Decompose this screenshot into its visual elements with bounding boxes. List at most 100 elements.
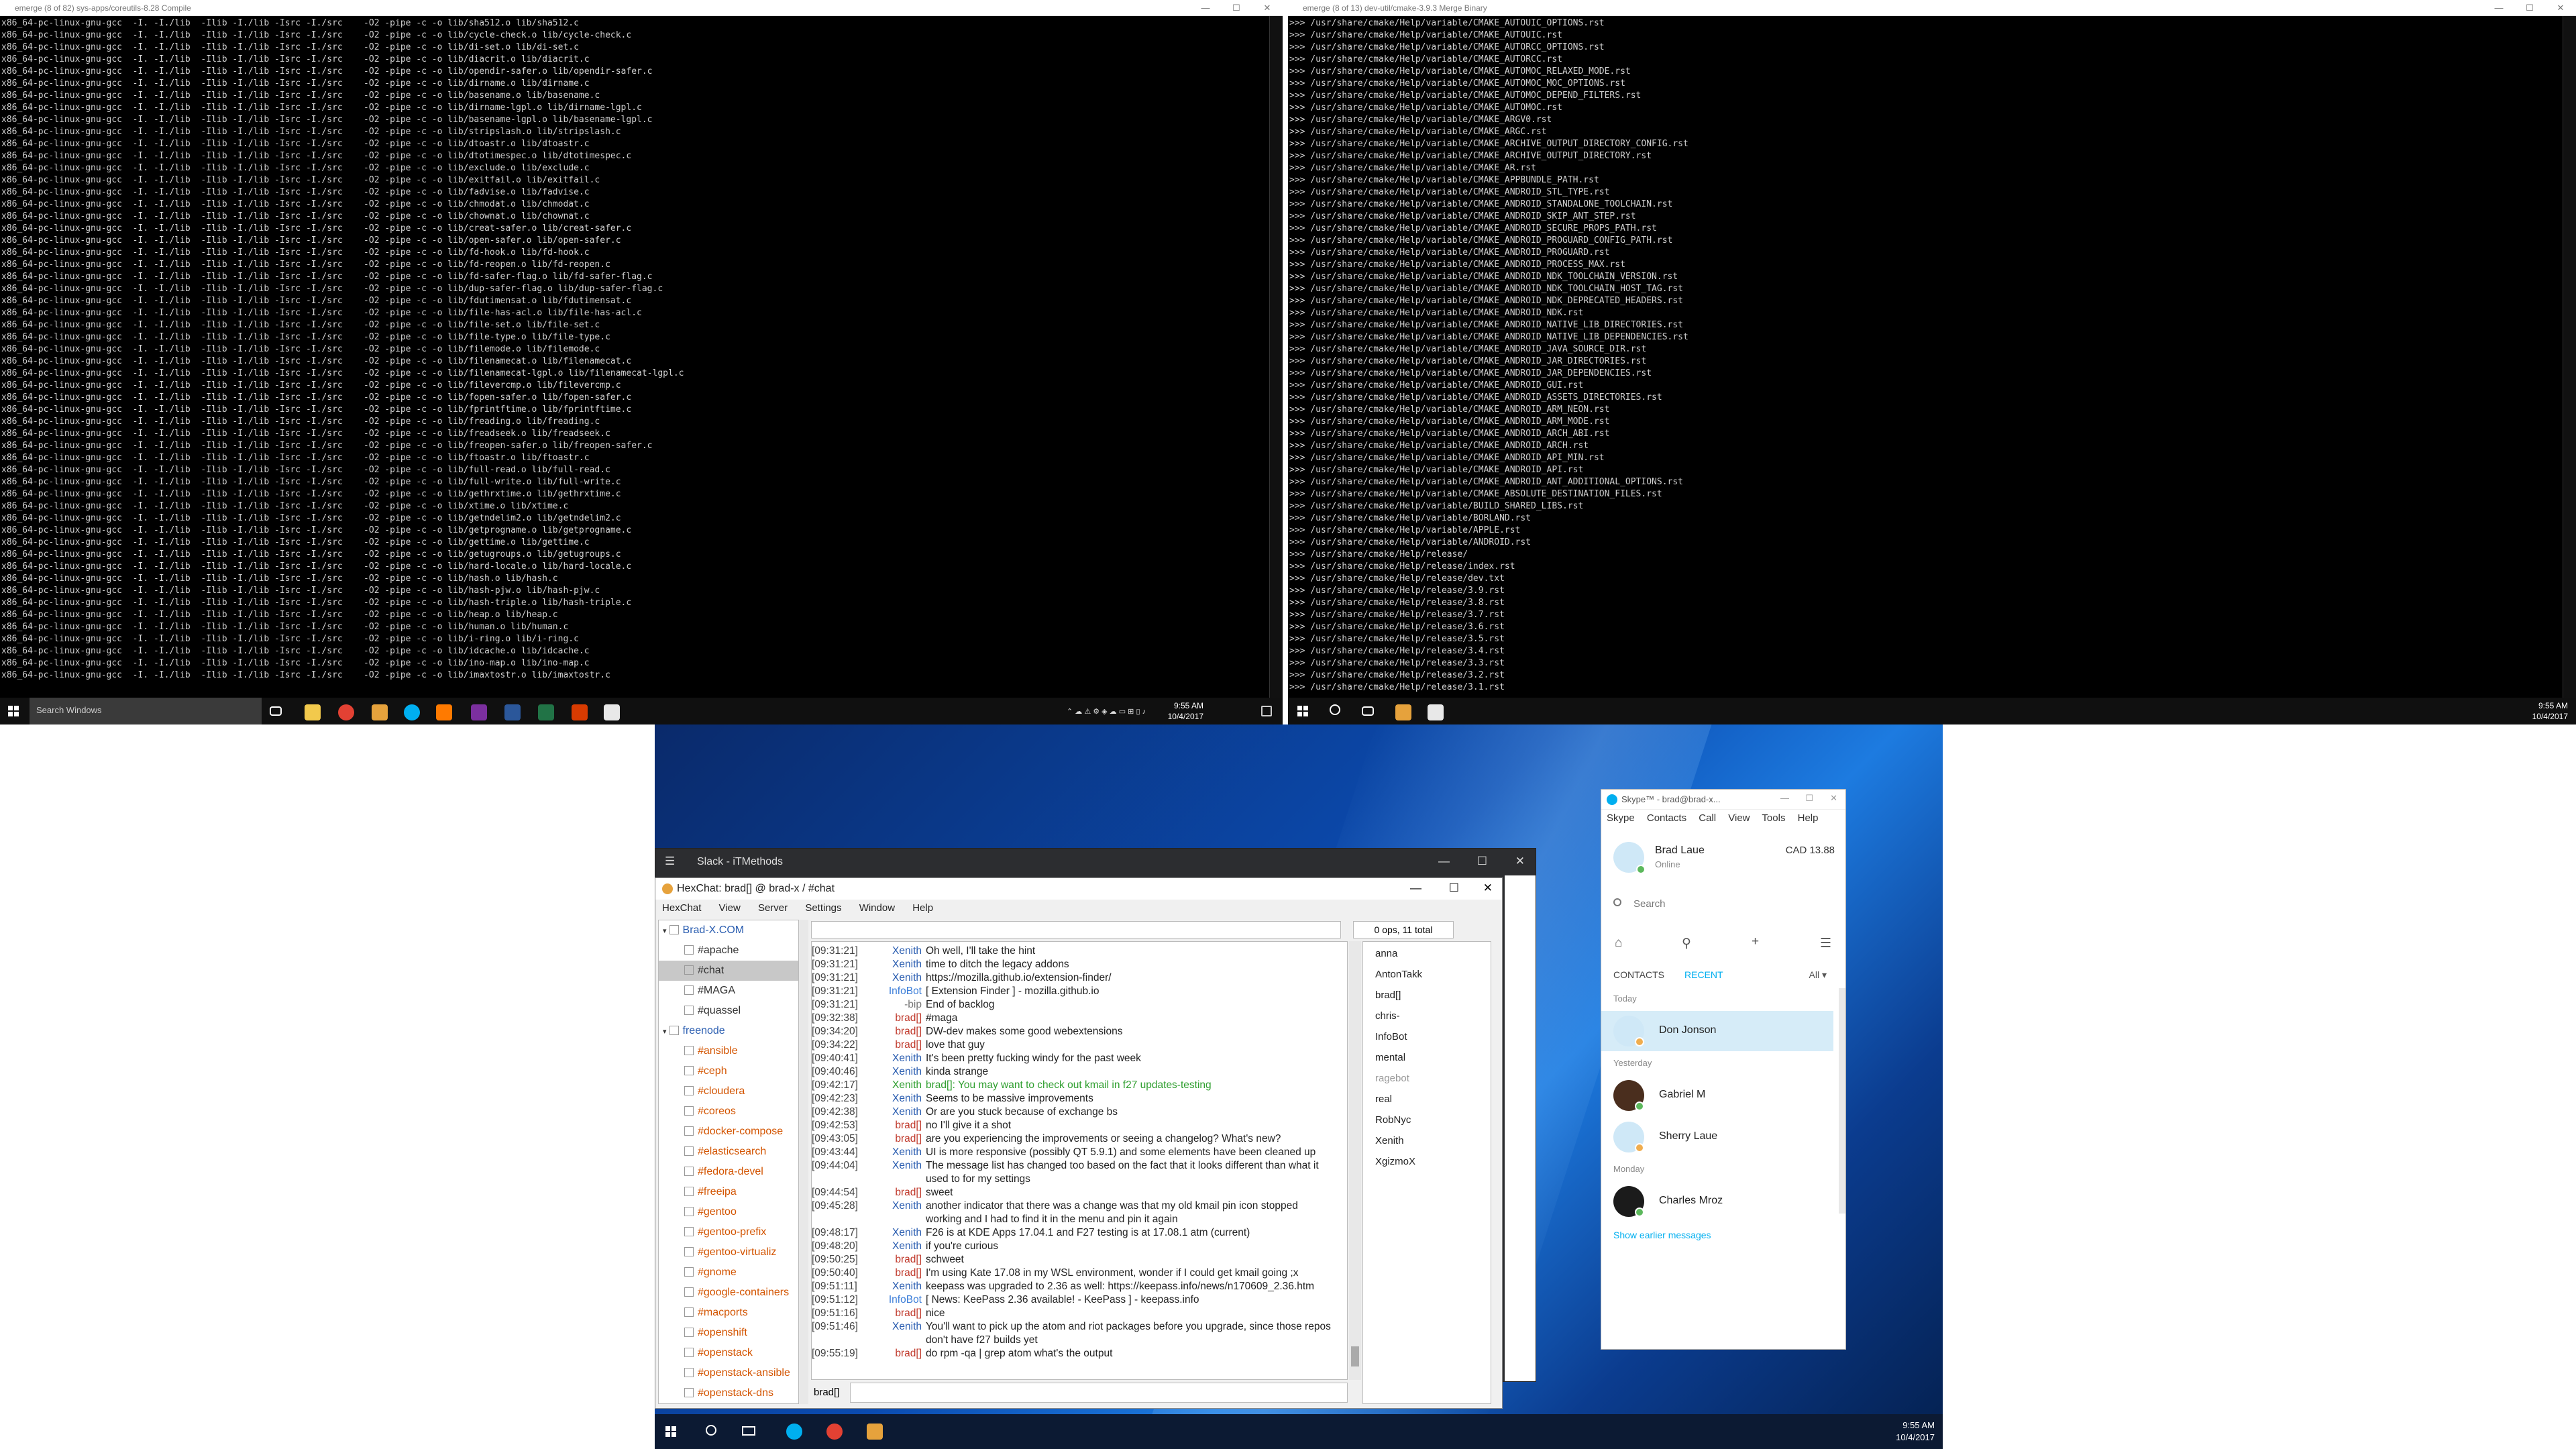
maximize-icon[interactable]: ☐: [1477, 855, 1487, 868]
minimize-icon[interactable]: —: [1780, 793, 1789, 803]
notification-icon[interactable]: [1261, 706, 1272, 716]
message-nick[interactable]: Xenith: [867, 958, 926, 971]
channel-item[interactable]: #docker-compose: [659, 1122, 798, 1142]
maximize-icon[interactable]: ☐: [2514, 0, 2545, 16]
channel-item[interactable]: #fedora-devel: [659, 1162, 798, 1182]
channel-item[interactable]: #chat: [659, 961, 798, 981]
hamburger-icon[interactable]: ☰: [665, 855, 675, 868]
channel-item[interactable]: #elasticsearch: [659, 1142, 798, 1162]
hexchat-titlebar[interactable]: HexChat: brad[] @ brad-x / #chat — ☐ ✕: [655, 878, 1502, 900]
message-nick[interactable]: Xenith: [867, 1320, 926, 1347]
windows-start-icon[interactable]: [1297, 706, 1308, 716]
minimize-icon[interactable]: —: [1438, 855, 1450, 868]
menu-view[interactable]: View: [719, 902, 741, 914]
skype-search[interactable]: Search: [1608, 894, 1836, 914]
message-nick[interactable]: Xenith: [867, 971, 926, 985]
message-nick[interactable]: brad[]: [867, 1186, 926, 1199]
close-icon[interactable]: ✕: [1252, 0, 1283, 16]
message-nick[interactable]: brad[]: [867, 1012, 926, 1025]
channel-item[interactable]: #gentoo-prefix: [659, 1222, 798, 1242]
tab-recent[interactable]: RECENT: [1684, 969, 1723, 980]
message-input[interactable]: [850, 1383, 1348, 1403]
pdf-icon[interactable]: [572, 704, 588, 720]
skype-titlebar[interactable]: Skype™ - brad@brad-x... — ☐ ✕: [1601, 790, 1845, 810]
collapse-icon[interactable]: ▾: [663, 1028, 667, 1036]
left-terminal-titlebar[interactable]: emerge (8 of 82) sys-apps/coreutils-8.28…: [0, 0, 1283, 16]
user-item[interactable]: InfoBot: [1363, 1026, 1491, 1047]
channel-item[interactable]: #openstack: [659, 1343, 798, 1363]
contact-don-jonson[interactable]: Don Jonson: [1601, 1011, 1833, 1051]
message-nick[interactable]: InfoBot: [867, 1293, 926, 1307]
message-nick[interactable]: brad[]: [867, 1347, 926, 1360]
channel-tree-scrollbar[interactable]: [799, 920, 808, 1404]
user-item[interactable]: Xenith: [1363, 1130, 1491, 1151]
minimize-icon[interactable]: —: [1190, 0, 1221, 16]
skype-menu-call[interactable]: Call: [1699, 812, 1716, 824]
chrome-icon[interactable]: [338, 704, 354, 720]
channel-item[interactable]: #quassel: [659, 1001, 798, 1021]
message-nick[interactable]: Xenith: [867, 1052, 926, 1065]
excel-icon[interactable]: [538, 704, 554, 720]
message-nick[interactable]: Xenith: [867, 1106, 926, 1119]
message-nick[interactable]: Xenith: [867, 1092, 926, 1106]
menu-hexchat[interactable]: HexChat: [662, 902, 701, 914]
contact-sherry-laue[interactable]: Sherry Laue: [1601, 1117, 1833, 1157]
maximize-icon[interactable]: ☐: [1449, 881, 1459, 895]
file-explorer-icon[interactable]: [305, 704, 321, 720]
message-nick[interactable]: Xenith: [867, 1159, 926, 1186]
user-item[interactable]: mental: [1363, 1047, 1491, 1068]
user-item[interactable]: ragebot: [1363, 1068, 1491, 1089]
hexchat-taskbar-icon[interactable]: [867, 1424, 883, 1440]
terminal-taskbar-icon[interactable]: [436, 704, 452, 720]
channel-item[interactable]: #google-containers: [659, 1283, 798, 1303]
skype-credit[interactable]: CAD 13.88: [1786, 845, 1835, 856]
skype-taskbar-icon[interactable]: [404, 704, 420, 720]
taskbar-search-box[interactable]: Search Windows: [30, 698, 262, 724]
chrome-icon[interactable]: [826, 1424, 843, 1440]
task-view-icon[interactable]: [1362, 706, 1374, 716]
channel-item[interactable]: #ceph: [659, 1061, 798, 1081]
skype-menu-skype[interactable]: Skype: [1607, 812, 1635, 824]
channel-item[interactable]: #gentoo: [659, 1202, 798, 1222]
skype-taskbar-icon[interactable]: [786, 1424, 802, 1440]
hexchat-window[interactable]: HexChat: brad[] @ brad-x / #chat — ☐ ✕ H…: [655, 877, 1503, 1409]
channel-item[interactable]: #gentoo-virtualiz: [659, 1242, 798, 1263]
task-view-icon[interactable]: [742, 1426, 755, 1436]
message-nick[interactable]: brad[]: [867, 1267, 926, 1280]
hexchat-taskbar-icon[interactable]: [1395, 704, 1411, 720]
home-icon[interactable]: ⌂: [1615, 936, 1622, 951]
maximize-icon[interactable]: ☐: [1805, 793, 1813, 804]
message-nick[interactable]: brad[]: [867, 1253, 926, 1267]
skype-menu-help[interactable]: Help: [1798, 812, 1819, 824]
user-item[interactable]: anna: [1363, 943, 1491, 964]
message-nick[interactable]: Xenith: [867, 1146, 926, 1159]
tab-contacts[interactable]: CONTACTS: [1613, 969, 1664, 980]
user-item[interactable]: AntonTakk: [1363, 964, 1491, 985]
user-item[interactable]: real: [1363, 1089, 1491, 1110]
close-icon[interactable]: ✕: [1830, 793, 1837, 804]
onenote-icon[interactable]: [471, 704, 487, 720]
message-nick[interactable]: Xenith: [867, 1240, 926, 1253]
taskbar-top-left-clock[interactable]: 9:55 AM 10/4/2017: [1168, 700, 1203, 722]
message-nick[interactable]: Xenith: [867, 1280, 926, 1293]
search-icon[interactable]: [1330, 704, 1340, 715]
right-terminal-titlebar[interactable]: emerge (8 of 13) dev-util/cmake-3.9.3 Me…: [1288, 0, 2576, 16]
message-nick[interactable]: brad[]: [867, 1307, 926, 1320]
message-nick[interactable]: InfoBot: [867, 985, 926, 998]
contact-charles-mroz[interactable]: Charles Mroz: [1601, 1181, 1833, 1222]
skype-window[interactable]: Skype™ - brad@brad-x... — ☐ ✕ Skype Cont…: [1601, 789, 1846, 1350]
hexchat-taskbar-icon[interactable]: [372, 704, 388, 720]
menu-settings[interactable]: Settings: [805, 902, 841, 914]
taskbar-bottom-clock[interactable]: 9:55 AM 10/4/2017: [1896, 1419, 1935, 1444]
task-view-icon[interactable]: [270, 706, 282, 716]
right-terminal-window[interactable]: emerge (8 of 13) dev-util/cmake-3.9.3 Me…: [1288, 0, 2576, 698]
windows-start-icon[interactable]: [665, 1426, 676, 1437]
close-icon[interactable]: ✕: [2545, 0, 2576, 16]
pin-icon[interactable]: ⚲: [1682, 936, 1691, 951]
close-icon[interactable]: ✕: [1515, 855, 1525, 868]
channel-item[interactable]: #macports: [659, 1303, 798, 1323]
user-item[interactable]: chris-: [1363, 1006, 1491, 1026]
user-item[interactable]: XgizmoX: [1363, 1151, 1491, 1172]
channel-item[interactable]: #openstack-ansible: [659, 1363, 798, 1383]
left-terminal-window[interactable]: emerge (8 of 82) sys-apps/coreutils-8.28…: [0, 0, 1283, 698]
